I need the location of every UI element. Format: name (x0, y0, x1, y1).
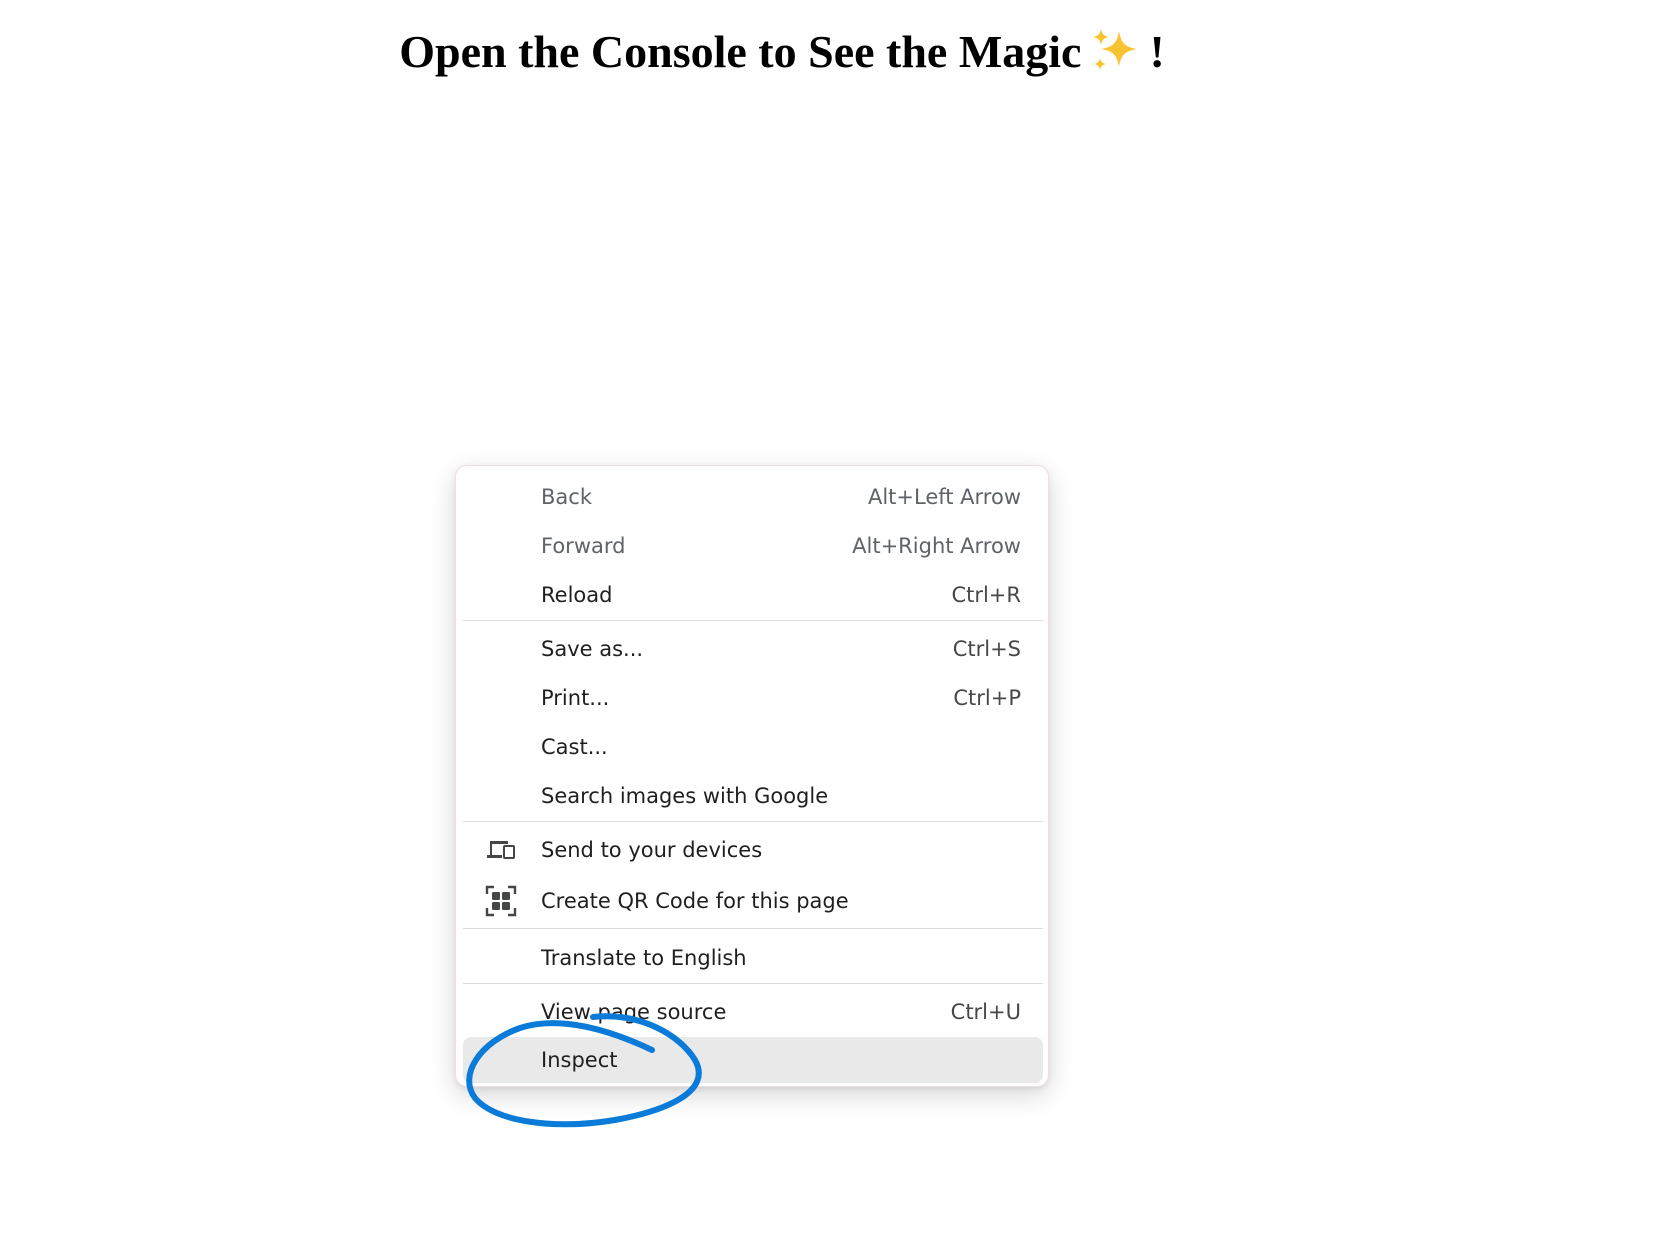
menu-item-label: Back (541, 485, 592, 509)
menu-item-print[interactable]: Print... Ctrl+P (463, 674, 1043, 722)
menu-item-label: Inspect (541, 1048, 618, 1072)
menu-separator (463, 983, 1043, 984)
menu-item-label: View page source (541, 1000, 727, 1024)
menu-item-save-as[interactable]: Save as... Ctrl+S (463, 625, 1043, 673)
menu-item-label: Forward (541, 534, 626, 558)
menu-item-shortcut: Alt+Right Arrow (852, 534, 1021, 558)
page-heading-suffix: ! (1149, 26, 1165, 77)
menu-item-label: Cast... (541, 735, 608, 759)
menu-item-send-to-devices[interactable]: Send to your devices (463, 826, 1043, 874)
menu-item-label: Create QR Code for this page (541, 889, 849, 913)
menu-item-reload[interactable]: Reload Ctrl+R (463, 571, 1043, 619)
menu-item-cast[interactable]: Cast... (463, 723, 1043, 771)
menu-item-forward[interactable]: Forward Alt+Right Arrow (463, 522, 1043, 570)
menu-item-view-page-source[interactable]: View page source Ctrl+U (463, 988, 1043, 1036)
menu-item-search-images[interactable]: Search images with Google (463, 772, 1043, 820)
qr-code-icon (485, 885, 517, 917)
menu-item-label: Reload (541, 583, 613, 607)
sparkles-icon (1091, 27, 1143, 73)
menu-item-shortcut: Ctrl+U (950, 1000, 1021, 1024)
menu-item-label: Save as... (541, 637, 644, 661)
menu-item-shortcut: Ctrl+R (951, 583, 1021, 607)
menu-item-label: Send to your devices (541, 838, 763, 862)
browser-context-menu: Back Alt+Left Arrow Forward Alt+Right Ar… (455, 465, 1049, 1087)
menu-item-back[interactable]: Back Alt+Left Arrow (463, 473, 1043, 521)
menu-item-label: Print... (541, 686, 610, 710)
menu-item-inspect[interactable]: Inspect (463, 1037, 1043, 1083)
menu-item-shortcut: Alt+Left Arrow (867, 485, 1021, 509)
page-heading: Open the Console to See the Magic! (0, 22, 1564, 82)
menu-item-shortcut: Ctrl+S (952, 637, 1021, 661)
menu-item-label: Translate to English (541, 946, 747, 970)
menu-separator (463, 620, 1043, 621)
menu-item-create-qr-code[interactable]: Create QR Code for this page (463, 877, 1043, 925)
menu-item-translate[interactable]: Translate to English (463, 934, 1043, 982)
menu-item-shortcut: Ctrl+P (953, 686, 1021, 710)
page-heading-text: Open the Console to See the Magic (399, 26, 1082, 77)
menu-item-label: Search images with Google (541, 784, 829, 808)
menu-separator (463, 821, 1043, 822)
devices-icon (485, 834, 517, 866)
menu-separator (463, 928, 1043, 929)
